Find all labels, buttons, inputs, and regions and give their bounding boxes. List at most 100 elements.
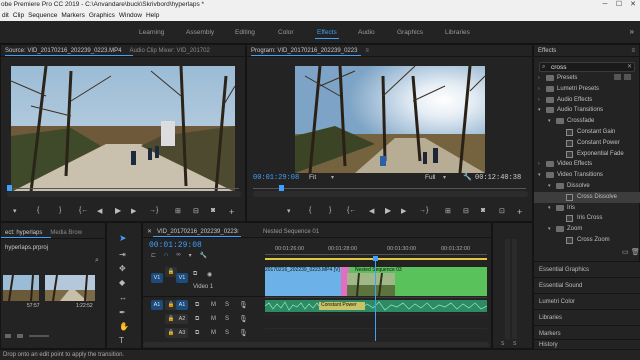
export-frame-icon[interactable]: ◙: [211, 207, 215, 214]
a1-track-target[interactable]: A1: [176, 300, 188, 310]
chevron-down-icon[interactable]: ▾: [538, 105, 544, 116]
slip-tool-icon[interactable]: ↔: [119, 293, 127, 302]
panel-lumetri-color[interactable]: Lumetri Color: [534, 293, 640, 309]
effects-tree-item[interactable]: Constant Power: [534, 138, 640, 149]
a1-source-patch[interactable]: A1: [151, 300, 163, 310]
pen-tool-icon[interactable]: ✒: [119, 308, 126, 317]
a1-mute-button[interactable]: M: [211, 302, 216, 308]
a2-sync-icon[interactable]: ⧉: [195, 316, 199, 323]
program-quality-dropdown[interactable]: Full: [425, 174, 435, 181]
effects-tree-item[interactable]: Cross Zoom: [534, 235, 640, 246]
menu-sequence[interactable]: Sequence: [26, 10, 59, 21]
a1-sync-icon[interactable]: ⧉: [195, 302, 199, 309]
audio-transition-constant-power[interactable]: Constant Power: [319, 302, 365, 310]
chevron-down-icon[interactable]: ▾: [548, 224, 554, 235]
delete-icon[interactable]: 🗑: [631, 248, 640, 256]
menu-markers[interactable]: Markers: [59, 10, 86, 21]
workspace-libraries[interactable]: Libraries: [445, 29, 470, 36]
tab-effects[interactable]: Effects: [538, 48, 556, 54]
fit-chevron-down-icon[interactable]: ▾: [331, 174, 334, 181]
program-scrubber[interactable]: [253, 188, 526, 189]
a3-sync-icon[interactable]: ⧉: [195, 330, 199, 337]
time-ruler[interactable]: [265, 254, 487, 255]
solo-left-button[interactable]: S: [501, 341, 504, 347]
panel-essential-sound[interactable]: Essential Sound: [534, 277, 640, 293]
v1-source-patch[interactable]: V1: [151, 273, 163, 283]
clear-search-icon[interactable]: ✕: [627, 63, 632, 72]
maximize-icon[interactable]: ☐: [612, 0, 626, 10]
transition-thumbnail[interactable]: [347, 273, 395, 296]
extract-icon[interactable]: ⊟: [463, 207, 469, 215]
workspace-editing[interactable]: Editing: [235, 29, 255, 36]
chevron-right-icon[interactable]: ›: [538, 159, 544, 170]
menu-help[interactable]: Help: [144, 10, 161, 21]
panel-libraries[interactable]: Libraries: [534, 309, 640, 325]
v1-sync-icon[interactable]: ⧉: [193, 271, 197, 278]
go-to-out-icon[interactable]: →}: [149, 207, 158, 214]
close-icon[interactable]: ✕: [626, 0, 640, 10]
go-to-in-icon[interactable]: }: [59, 207, 61, 214]
add-marker-timeline-icon[interactable]: ▾: [189, 252, 192, 259]
snap-icon[interactable]: ∩: [164, 252, 168, 259]
effects-menu-icon[interactable]: ≡: [631, 45, 635, 56]
program-mark-out-icon[interactable]: }: [329, 207, 331, 214]
program-fit-dropdown[interactable]: Fit: [309, 174, 316, 181]
a2-mic-icon[interactable]: 🎙: [239, 315, 248, 323]
overwrite-icon[interactable]: ⊟: [193, 207, 199, 215]
clip-audio-a1-right[interactable]: [349, 300, 487, 312]
a1-mic-icon[interactable]: 🎙: [239, 301, 248, 309]
effects-tree-item[interactable]: ▾ Zoom: [534, 224, 640, 235]
quality-chevron-down-icon[interactable]: ▾: [443, 174, 446, 181]
chevron-down-icon[interactable]: ▾: [548, 203, 554, 214]
a3-track-target[interactable]: A3: [176, 328, 188, 338]
timeline-settings-icon[interactable]: 🔧: [200, 252, 207, 259]
v1-track-target[interactable]: V1: [176, 273, 188, 283]
razor-tool-icon[interactable]: ◆: [119, 278, 125, 287]
chevron-down-icon[interactable]: ▾: [538, 170, 544, 181]
ripple-edit-tool-icon[interactable]: ✥: [119, 264, 126, 273]
chevron-right-icon[interactable]: ›: [538, 95, 544, 106]
selection-tool-icon[interactable]: ➤: [119, 233, 127, 244]
program-zoom-bar[interactable]: [253, 191, 528, 197]
source-add-button-icon[interactable]: +: [229, 207, 234, 217]
program-menu-icon[interactable]: ≡: [365, 48, 369, 54]
program-step-forward-icon[interactable]: ▶: [401, 207, 406, 215]
add-marker-icon[interactable]: ▾: [287, 207, 291, 215]
program-add-button-icon[interactable]: +: [517, 207, 522, 217]
list-view-icon[interactable]: [5, 334, 11, 338]
chevron-right-icon[interactable]: ›: [538, 84, 544, 95]
project-search-icon[interactable]: ⌕: [95, 257, 99, 265]
a3-mute-button[interactable]: M: [211, 330, 216, 336]
workspace-graphics[interactable]: Graphics: [397, 29, 423, 36]
solo-right-button[interactable]: S: [513, 341, 516, 347]
nest-icon[interactable]: ⊏: [151, 252, 156, 259]
a2-solo-button[interactable]: S: [225, 316, 229, 322]
workspace-color[interactable]: Color: [278, 29, 294, 36]
program-go-to-in-icon[interactable]: {←: [347, 207, 356, 214]
tab-program[interactable]: Program: VID_20170216_202239_0223: [251, 48, 357, 54]
mark-out-icon[interactable]: {: [37, 207, 39, 214]
step-forward-frame-icon[interactable]: ▶: [131, 207, 136, 215]
v1-eye-icon[interactable]: ◉: [207, 271, 212, 278]
source-scrubber[interactable]: [7, 188, 239, 189]
source-zoom-bar[interactable]: [7, 191, 241, 197]
lift-icon[interactable]: ⊞: [445, 207, 451, 215]
a3-solo-button[interactable]: S: [225, 330, 229, 336]
tab-audio-clip-mixer[interactable]: Audio Clip Mixer: VID_201702: [129, 48, 209, 54]
program-mark-in-icon[interactable]: {: [309, 207, 311, 214]
program-timecode[interactable]: 00:01:29:08: [253, 174, 299, 182]
project-thumbnail-2[interactable]: [45, 275, 95, 301]
tab-nested-sequence-01[interactable]: Nested Sequence 01: [263, 226, 319, 237]
effects-tree-item[interactable]: › Lumetri Presets: [534, 84, 640, 95]
step-back-frame-icon[interactable]: ◀: [97, 207, 102, 215]
type-tool-icon[interactable]: T: [119, 336, 124, 345]
timeline-playhead-line[interactable]: [375, 261, 376, 341]
clip-video-v1[interactable]: 20170216_202239_0223.MP4 [V]: [265, 267, 349, 296]
project-thumbnail-1[interactable]: [3, 275, 39, 301]
effects-tree-item[interactable]: Iris Cross: [534, 213, 640, 224]
step-back-icon[interactable]: {←: [79, 207, 88, 214]
tab-source[interactable]: Source: VID_20170216_202239_0223.MP4: [5, 48, 121, 54]
effects-tree-item[interactable]: ▾ Dissolve: [534, 181, 640, 192]
comparison-view-icon[interactable]: ⊡: [499, 207, 505, 215]
menu-clip[interactable]: Clip: [11, 10, 26, 21]
